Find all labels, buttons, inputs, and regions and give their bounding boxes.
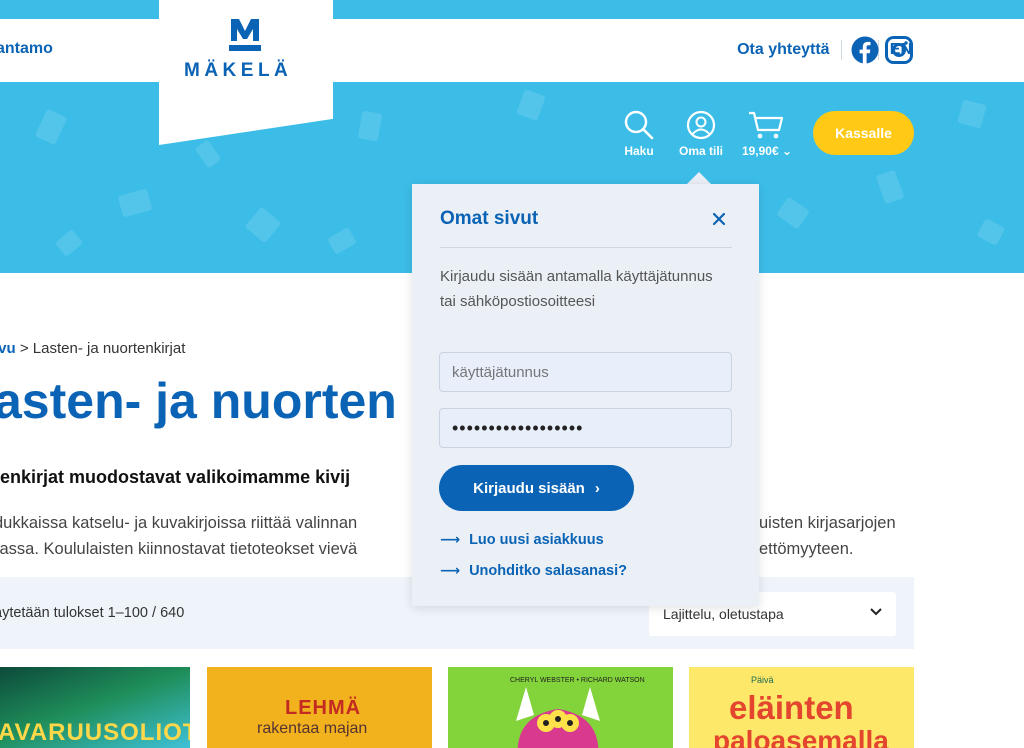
contact-link[interactable]: Ota yhteyttä: [737, 41, 829, 59]
cart-button[interactable]: 19,90€ ⌄: [741, 110, 793, 158]
book-subtitle: rakentaa majan: [257, 720, 368, 737]
search-icon: [624, 110, 654, 140]
book-card[interactable]: LEHMÄ rakentaa majan: [207, 667, 432, 748]
checkout-button[interactable]: Kassalle: [813, 111, 914, 155]
nav-link-left[interactable]: antamo: [0, 40, 53, 58]
forgot-password-label: Unohditko salasanasi?: [469, 562, 628, 579]
cart-icon: [749, 111, 784, 139]
results-count: äytetään tulokset 1–100 / 640: [0, 605, 185, 621]
sort-value: Lajittelu, oletustapa: [663, 606, 784, 622]
book-title: LEHMÄ: [285, 697, 362, 719]
book-title: eläinten: [729, 689, 854, 726]
body-line: dukkaissa katselu- ja kuvakirjoissa riit…: [0, 514, 358, 532]
book-card[interactable]: CHERYL WEBSTER • RICHARD WATSON: [448, 667, 673, 748]
logo-text[interactable]: MÄKELÄ: [184, 60, 292, 82]
create-account-link[interactable]: ⟶ Luo uusi asiakkuus: [440, 531, 604, 548]
close-icon[interactable]: [710, 210, 728, 228]
login-button-label: Kirjaudu sisään: [473, 479, 585, 497]
username-input[interactable]: [439, 352, 732, 392]
monster-illustration: [516, 687, 600, 748]
account-button[interactable]: Oma tili: [676, 110, 726, 158]
body-line: ettömyyteen.: [759, 540, 854, 558]
search-button[interactable]: Haku: [622, 110, 656, 158]
arrow-right-icon: ⟶: [440, 562, 461, 578]
body-line: uisten kirjasarjojen: [759, 514, 896, 532]
breadcrumb: ivu > Lasten- ja nuortenkirjat: [0, 340, 185, 357]
page-title: asten- ja nuorten: [0, 373, 397, 429]
search-label: Haku: [624, 144, 654, 158]
login-button[interactable]: Kirjaudu sisään ›: [439, 465, 634, 511]
instagram-icon[interactable]: [885, 36, 913, 64]
book-title: AVARUUSOLIOT: [0, 719, 190, 746]
book-card[interactable]: Päivä eläinten paloasemalla: [689, 667, 914, 748]
account-label: Oma tili: [678, 144, 723, 158]
chevron-down-icon: ⌄: [778, 144, 793, 158]
breadcrumb-home[interactable]: ivu: [0, 340, 16, 357]
breadcrumb-current: Lasten- ja nuortenkirjat: [32, 340, 186, 357]
book-subtitle: paloasemalla: [713, 725, 889, 748]
book-card[interactable]: AVARUUSOLIOT: [0, 667, 190, 748]
password-input[interactable]: [439, 408, 732, 448]
lead-text: tenkirjat muodostavat valikoimamme kivij: [0, 467, 351, 487]
nav-divider: [840, 40, 842, 60]
facebook-icon[interactable]: [851, 36, 879, 64]
breadcrumb-separator: >: [19, 340, 29, 357]
popup-description: Kirjaudu sisään antamalla käyttäjätunnus…: [440, 268, 713, 310]
popup-title: Omat sivut: [440, 208, 539, 229]
body-line: rassa. Koululaisten kiinnostavat tietote…: [0, 540, 358, 558]
cart-total: 19,90€: [741, 144, 779, 158]
chevron-right-icon: ›: [594, 479, 600, 497]
user-circle-icon: [686, 110, 716, 140]
create-account-label: Luo uusi asiakkuus: [469, 531, 604, 548]
chevron-down-icon: [870, 608, 882, 616]
book-pretitle: Päivä: [751, 675, 774, 685]
body-text: dukkaissa katselu- ja kuvakirjoissa riit…: [0, 510, 357, 562]
forgot-password-link[interactable]: ⟶ Unohditko salasanasi?: [440, 562, 627, 579]
arrow-right-icon: ⟶: [440, 531, 461, 547]
top-strip: [0, 0, 1024, 19]
logo-mark-icon[interactable]: [227, 17, 263, 55]
body-text-right: uisten kirjasarjojen ettömyyteen.: [759, 510, 896, 562]
popup-divider: [440, 247, 732, 248]
